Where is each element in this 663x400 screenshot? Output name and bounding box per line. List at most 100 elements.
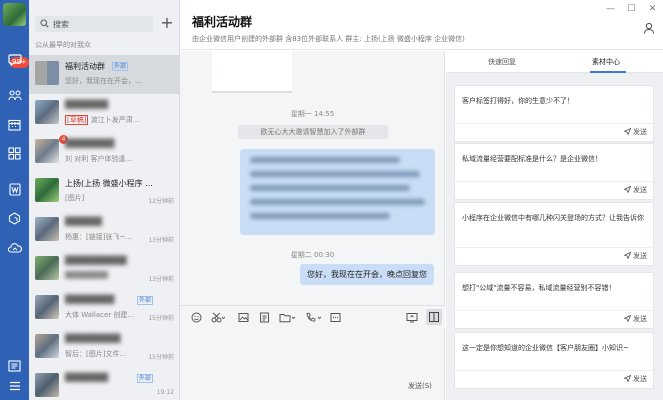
send-icon [623, 374, 632, 384]
doc-icon[interactable] [6, 181, 23, 198]
reply-text: 小程序在企业微信中有哪几种闪关登场的方式？让我告诉你 [462, 214, 644, 222]
send-reply-button[interactable]: 发送 [623, 185, 647, 195]
list-item[interactable]: 上扬(上扬 微盛小程序 ... [图片] 12分钟前 [29, 172, 180, 211]
conv-preview: [图片] [65, 194, 85, 202]
folder-icon[interactable] [279, 312, 296, 325]
send-icon [623, 251, 632, 261]
conv-title: ██████ [65, 217, 102, 226]
file-icon[interactable] [259, 312, 270, 325]
card-divider [455, 123, 653, 124]
contact-avatar [35, 178, 59, 202]
chat-title: 福利活动群 [192, 15, 253, 29]
list-item[interactable]: 福利活动群 外部 您好，我现在在开会，... [29, 55, 180, 94]
system-message: 欧无心大大邀请智慧加入了外部群 [238, 125, 388, 139]
input-toolbar [180, 305, 445, 329]
conv-preview: 杨惠：[链接]张飞~... [65, 233, 133, 241]
external-tag: 外部 [112, 62, 129, 71]
user-avatar[interactable] [3, 3, 26, 26]
window-controls: — ☐ ✕ [606, 4, 657, 14]
emoji-icon[interactable] [191, 312, 202, 325]
chat-subtitle: 由企业微信用户创建的外部群 含83位外部联系人 群主: 上扬(上扬 微盛小程序 … [192, 35, 465, 43]
message-area: 星期一 14:55 欧无心大大邀请智慧加入了外部群 星期二 00:30 您好，我… [180, 51, 445, 400]
conv-title: 上扬(上扬 微盛小程序 ... [65, 179, 153, 188]
message-bubble[interactable] [240, 149, 435, 235]
screen-share-icon[interactable] [406, 312, 418, 325]
list-item[interactable]: ██████ 杨惠：[链接]张飞~... 13分钟前 [29, 211, 180, 250]
group-avatar [35, 100, 59, 124]
list-item[interactable]: 4 ████████ 刘 对利 客户体验逢... [29, 133, 180, 172]
reply-text: 这一定是你想知道的企业微信【客户朋友圈】小知识~ [462, 344, 629, 352]
conv-preview: 刘 对利 客户体验逢... [65, 155, 133, 163]
maximize-icon[interactable]: ☐ [627, 4, 636, 14]
minimize-icon[interactable]: — [606, 4, 615, 14]
conversation-list: 搜索 + 公从最早的对我众 福利活动群 外部 您好，我现在在开会，... ███… [29, 0, 180, 400]
conv-title: ███████ [65, 100, 109, 109]
conv-time: 13分钟前 [148, 276, 174, 283]
cube-icon[interactable] [6, 210, 23, 227]
reply-text: 私域流量经营要配标准是什么？是企业微信！ [462, 155, 602, 163]
list-item[interactable]: █████████ 智后：[图片]文件... 15分钟前 [29, 328, 180, 367]
reply-card: 私域流量经营要配标准是什么？是企业微信！ 发送 [454, 143, 654, 200]
send-label: 发送 [633, 128, 647, 136]
conv-time: 15分钟前 [148, 315, 174, 322]
tab-quick-reply[interactable]: 快速回复 [488, 57, 516, 67]
quick-reply-panel: 快速回复 素材中心 客户标签打得好，你的生意少不了！ 发送 私域流量经营要配标准… [446, 51, 663, 400]
screenshot-icon[interactable] [211, 312, 226, 325]
menu-icon[interactable] [6, 377, 23, 394]
more-icon[interactable] [330, 312, 341, 325]
list-item[interactable]: ██████████ ████████ 13分钟前 [29, 250, 180, 289]
cloud-icon[interactable] [6, 239, 23, 256]
send-button[interactable]: 发送(S) [408, 381, 432, 391]
reply-card: 想打"公域"流量不容易，私域流量经营别不容错！ 发送 [454, 272, 654, 329]
call-icon[interactable] [305, 312, 322, 325]
card-divider [455, 247, 653, 248]
apps-icon[interactable] [6, 145, 23, 162]
quick-reply-toggle-icon[interactable] [426, 309, 442, 325]
close-icon[interactable]: ✕ [648, 4, 657, 14]
conv-preview: [草稿] 渡江卜发严肃... [65, 115, 139, 125]
conv-preview-text: 渡江卜发严肃... [90, 116, 140, 124]
send-reply-button[interactable]: 发送 [623, 251, 647, 261]
conv-title: ████████ [65, 139, 115, 148]
external-tag: 外部 [137, 296, 154, 305]
conv-preview: 智后：[图片]文件... [65, 350, 127, 358]
tab-material-center[interactable]: 素材中心 [592, 57, 620, 67]
message-icon[interactable] [6, 51, 23, 68]
conv-title: ████████ [65, 295, 115, 304]
image-icon[interactable] [238, 312, 249, 325]
conv-time: 12分钟前 [148, 198, 174, 205]
conv-time: 19:12 [156, 389, 174, 396]
message-bubble[interactable]: 您好，我现在在开会，晚点回复您 [300, 264, 434, 285]
list-item[interactable]: ███████ [草稿] 渡江卜发严肃... [29, 94, 180, 133]
list-item[interactable]: ████████ 外部 大体 Wallacer 创建... 15分钟前 [29, 289, 180, 328]
card-divider [455, 370, 653, 371]
group-avatar [35, 295, 59, 319]
send-reply-button[interactable]: 发送 [623, 314, 647, 324]
panel-tabs: 快速回复 素材中心 [446, 51, 663, 73]
card-divider [455, 310, 653, 311]
conv-title: ███████ [65, 373, 109, 382]
timestamp: 星期二 00:30 [290, 251, 335, 259]
send-reply-button[interactable]: 发送 [623, 127, 647, 137]
search-input[interactable]: 搜索 [35, 16, 153, 32]
image-message[interactable] [212, 51, 292, 93]
card-divider [455, 181, 653, 182]
group-avatar [35, 61, 59, 85]
reply-text: 想打"公域"流量不容易，私域流量经营别不容错！ [462, 284, 616, 292]
search-placeholder: 搜索 [53, 20, 69, 29]
group-members-icon[interactable] [643, 22, 655, 36]
conv-title: ██████████ [65, 256, 127, 265]
send-icon [623, 185, 632, 195]
reply-card: 小程序在企业微信中有哪几种闪关登场的方式？让我告诉你 发送 [454, 202, 654, 266]
conv-time: 15分钟前 [148, 354, 174, 361]
calendar-icon[interactable] [6, 116, 23, 133]
contacts-icon[interactable] [6, 86, 23, 103]
chat-header: 福利活动群 由企业微信用户创建的外部群 含83位外部联系人 群主: 上扬(上扬 … [180, 0, 663, 50]
send-reply-button[interactable]: 发送 [623, 374, 647, 384]
timestamp: 星期一 14:55 [290, 110, 335, 118]
add-button[interactable]: + [158, 14, 176, 32]
list-item[interactable]: ███████ 外部 19:12 [29, 367, 180, 400]
settings-icon[interactable] [6, 357, 23, 374]
conv-title: 福利活动群 [65, 62, 105, 71]
send-label: 发送 [633, 186, 647, 194]
